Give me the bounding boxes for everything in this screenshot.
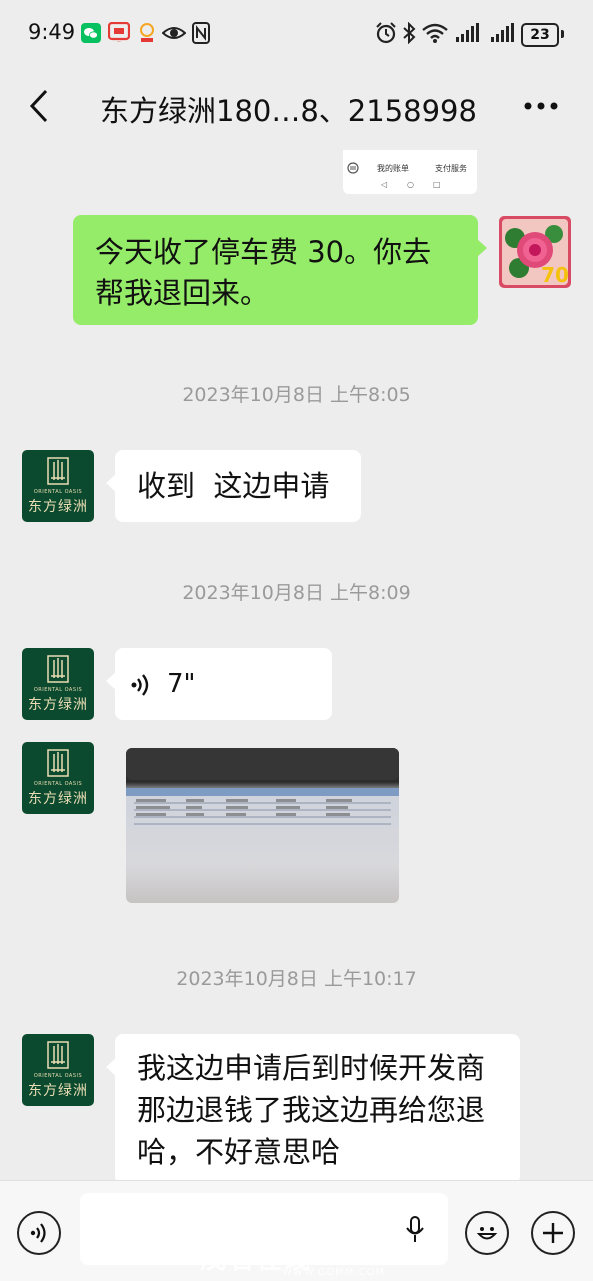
user-avatar[interactable]: 70: [499, 216, 571, 288]
message-text-line: 帮我退回来。: [95, 276, 270, 310]
watermark-url: WWW.GDMM.COM: [282, 1267, 386, 1278]
contact-avatar[interactable]: ORIENTAL OASIS 东方绿洲: [22, 450, 94, 522]
voice-duration: 7": [167, 669, 196, 699]
message-bubble-other[interactable]: 收到 这边申请: [106, 450, 361, 522]
plus-icon: [543, 1223, 563, 1243]
card-nav-recent-icon: □: [433, 180, 441, 189]
card-right-label: 支付服务: [435, 164, 467, 173]
svg-text:—: —: [117, 39, 121, 44]
card-nav-home-icon: ○: [407, 180, 414, 189]
card-left-label: 我的账单: [377, 164, 409, 173]
message-text-line: 我这边申请后到时候开发商: [137, 1051, 486, 1085]
corp-logo-icon: [47, 655, 69, 683]
voice-mode-icon: [30, 1223, 46, 1243]
more-icon[interactable]: [523, 101, 559, 111]
back-icon[interactable]: [28, 88, 50, 124]
alarm-icon: [376, 22, 396, 44]
status-bar: 9:49 — 23: [0, 0, 593, 68]
corp-name: 东方绿洲: [28, 697, 88, 713]
corp-logo-icon: [47, 457, 69, 485]
message-text-line: 今天收了停车费 30。你去: [95, 235, 432, 269]
corp-en-name: ORIENTAL OASIS: [33, 489, 83, 495]
voice-wave-icon: [131, 674, 149, 696]
emoji-button[interactable]: [465, 1211, 509, 1255]
battery-tip: [561, 30, 564, 38]
timestamp: 2023年10月8日 上午8:05: [182, 384, 411, 406]
signal-icon: [456, 23, 479, 42]
corp-name: 东方绿洲: [28, 791, 88, 807]
quoted-screenshot-card[interactable]: 我的账单 支付服务 ◁ ○ □: [343, 150, 477, 194]
timestamp: 2023年10月8日 上午10:17: [176, 968, 417, 990]
microphone-icon[interactable]: [405, 1215, 425, 1245]
voice-mode-button[interactable]: [17, 1211, 61, 1255]
corp-en-name: ORIENTAL OASIS: [33, 687, 83, 693]
status-time: 9:49: [28, 20, 76, 44]
message-bubble-self[interactable]: 今天收了停车费 30。你去 帮我退回来。: [73, 215, 487, 325]
contact-avatar[interactable]: ORIENTAL OASIS 东方绿洲: [22, 742, 94, 814]
message-bubble-other[interactable]: 我这边申请后到时候开发商 那边退钱了我这边再给您退 哈，不好意思哈: [106, 1034, 520, 1184]
message-text-line: 哈，不好意思哈: [137, 1135, 341, 1169]
message-text: 收到 这边申请: [137, 469, 330, 503]
corp-logo-icon: [47, 749, 69, 777]
bill-icon: [347, 162, 359, 174]
nfc-icon: [192, 22, 210, 44]
chat-header: 东方绿洲180…8、2158998: [0, 68, 593, 150]
chat-title: 东方绿洲180…8、2158998: [100, 94, 477, 128]
input-bar: 茂名在线 WWW.GDMM.COM: [0, 1180, 593, 1281]
taobao-notification-icon: [140, 23, 154, 42]
voice-message-bubble[interactable]: 7": [106, 648, 332, 720]
corp-en-name: ORIENTAL OASIS: [33, 1073, 83, 1079]
image-message[interactable]: [126, 748, 399, 903]
contact-avatar[interactable]: ORIENTAL OASIS 东方绿洲: [22, 1034, 94, 1106]
corp-en-name: ORIENTAL OASIS: [33, 781, 83, 787]
contact-avatar[interactable]: ORIENTAL OASIS 东方绿洲: [22, 648, 94, 720]
app-notification-icon: —: [108, 22, 130, 44]
wifi-icon: [422, 23, 448, 43]
battery-icon: 23: [521, 23, 559, 47]
card-nav-back-icon: ◁: [381, 180, 388, 189]
eye-icon: [162, 27, 186, 39]
plus-button[interactable]: [531, 1211, 575, 1255]
avatar-badge: 70: [541, 263, 569, 287]
wechat-notification-icon: [81, 23, 101, 43]
emoji-icon: [476, 1227, 498, 1240]
bluetooth-icon: [403, 22, 416, 44]
timestamp: 2023年10月8日 上午8:09: [182, 582, 411, 604]
corp-logo-icon: [47, 1041, 69, 1069]
signal-icon-2: [491, 23, 514, 42]
corp-name: 东方绿洲: [28, 1083, 88, 1099]
message-text-line: 那边退钱了我这边再给您退: [137, 1093, 486, 1127]
corp-name: 东方绿洲: [28, 499, 88, 515]
